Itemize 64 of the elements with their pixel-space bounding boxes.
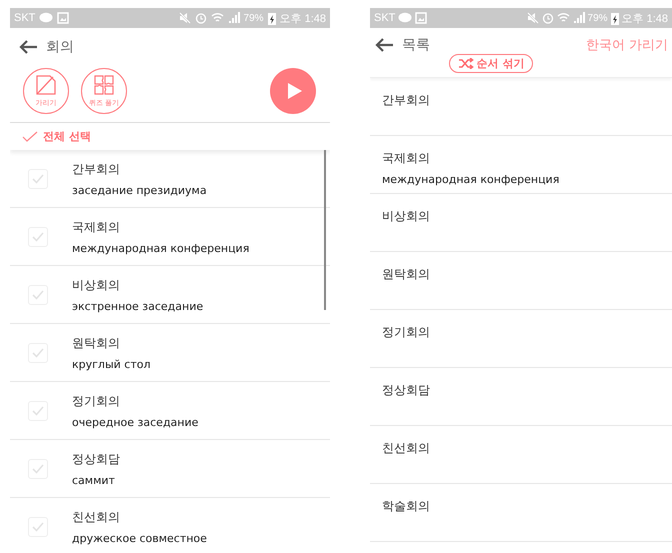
check-icon xyxy=(32,522,44,532)
checkbox[interactable] xyxy=(28,516,48,536)
korean-word: 간부회의 xyxy=(382,92,431,109)
korean-word: 간부회의 xyxy=(72,160,121,178)
page-fold-icon xyxy=(35,74,57,96)
battery-icon xyxy=(268,12,276,24)
chat-icon xyxy=(39,12,54,24)
check-icon xyxy=(32,290,44,300)
checkbox[interactable] xyxy=(28,168,48,188)
wifi-icon xyxy=(556,12,570,24)
chat-icon xyxy=(398,12,412,24)
signal-icon xyxy=(572,12,585,24)
back-arrow-icon[interactable] xyxy=(18,39,38,55)
korean-word: 학술회의 xyxy=(382,498,431,515)
check-icon xyxy=(32,464,44,474)
back-arrow-icon[interactable] xyxy=(374,37,394,53)
check-icon xyxy=(22,130,38,142)
checkbox[interactable] xyxy=(28,342,48,362)
korean-word: 친선회의 xyxy=(382,440,431,457)
image-icon xyxy=(57,12,70,24)
play-icon xyxy=(287,82,303,100)
korean-word: 정상회담 xyxy=(382,382,431,399)
korean-word: 원탁회의 xyxy=(382,266,431,283)
korean-word: 정기회의 xyxy=(382,324,431,341)
play-button[interactable] xyxy=(270,68,316,114)
russian-meaning: саммит xyxy=(72,474,116,486)
korean-word: 정상회담 xyxy=(72,450,120,468)
korean-word: 원탁회의 xyxy=(72,334,121,352)
check-icon xyxy=(32,174,44,184)
shuffle-icon xyxy=(458,58,474,69)
checkbox[interactable] xyxy=(28,226,48,246)
russian-meaning: круглый стол xyxy=(72,358,150,370)
hide-korean-button[interactable]: 한국어 가리기 xyxy=(586,36,668,54)
korean-word: 정기회의 xyxy=(72,392,121,410)
mute-icon xyxy=(526,12,539,24)
check-icon xyxy=(32,348,44,358)
battery-icon xyxy=(610,12,619,24)
check-icon xyxy=(32,232,44,242)
checkbox[interactable] xyxy=(28,458,48,478)
screen-title: 회의 xyxy=(46,38,74,56)
alarm-icon xyxy=(194,12,207,24)
checkbox[interactable] xyxy=(28,284,48,304)
russian-meaning: заседание президиума xyxy=(72,184,207,196)
wifi-icon xyxy=(210,12,224,24)
korean-word: 친선회의 xyxy=(72,508,121,526)
korean-word: 국제회의 xyxy=(72,218,121,236)
russian-meaning: международная конференция xyxy=(72,242,250,254)
russian-meaning: международная конференция xyxy=(382,173,560,186)
screen-title: 목록 xyxy=(402,36,430,54)
signal-icon xyxy=(228,12,240,24)
russian-meaning: дружеское совместное xyxy=(72,532,207,544)
alarm-icon xyxy=(542,12,554,24)
mute-icon xyxy=(178,12,191,24)
korean-word: 국제회의 xyxy=(382,150,431,167)
russian-meaning: экстренное заседание xyxy=(72,300,204,312)
checkbox[interactable] xyxy=(28,400,48,420)
korean-word: 비상회의 xyxy=(382,208,431,225)
select-all-button[interactable]: 전체 선택 xyxy=(43,129,91,144)
puzzle-icon xyxy=(93,74,115,96)
image-icon xyxy=(415,12,428,24)
korean-word: 비상회의 xyxy=(72,276,121,294)
russian-meaning: очередное заседание xyxy=(72,416,198,428)
shuffle-button[interactable]: 순서 섞기 xyxy=(448,54,534,73)
check-icon xyxy=(32,406,44,416)
